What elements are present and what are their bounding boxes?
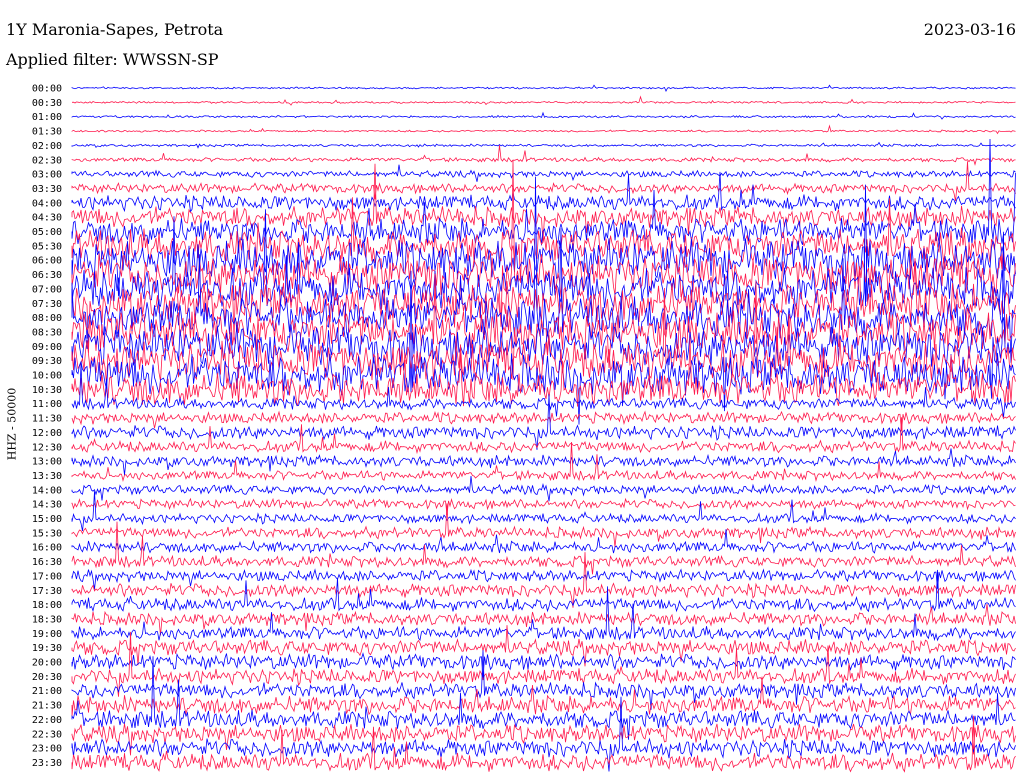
y-tick-label: 04:30: [32, 213, 62, 224]
y-tick-label: 19:30: [32, 643, 62, 654]
trace-line: [71, 475, 1016, 502]
trace-line: [71, 95, 1016, 106]
y-tick-label: 07:30: [32, 299, 62, 310]
y-tick-label: 20:00: [32, 658, 62, 669]
y-tick-label: 03:00: [32, 170, 62, 181]
y-tick-label: 22:30: [32, 729, 62, 740]
y-tick-label: 01:00: [32, 112, 62, 123]
y-tick-label: 18:30: [32, 614, 62, 625]
y-tick-label: 01:30: [32, 127, 62, 138]
y-tick-label: 18:00: [32, 600, 62, 611]
y-tick-label: 14:30: [32, 500, 62, 511]
trace-line: [71, 145, 1016, 166]
y-tick-label: 08:30: [32, 327, 62, 338]
y-tick-label: 04:00: [32, 198, 62, 209]
y-tick-label: 23:30: [32, 758, 62, 769]
y-tick-label: 03:30: [32, 184, 62, 195]
trace-line: [71, 568, 1016, 590]
y-tick-label: 22:00: [32, 715, 62, 726]
trace-line: [71, 676, 1016, 716]
y-tick-label: 16:00: [32, 543, 62, 554]
y-tick-label: 15:30: [32, 528, 62, 539]
y-tick-label: 20:30: [32, 672, 62, 683]
y-tick-label: 21:30: [32, 701, 62, 712]
y-tick-label: 19:00: [32, 629, 62, 640]
trace-line: [71, 124, 1016, 135]
y-tick-label: 10:00: [32, 371, 62, 382]
y-tick-label: 12:30: [32, 442, 62, 453]
trace-line: [71, 503, 1016, 547]
trace-line: [71, 586, 1016, 642]
y-tick-label: 00:00: [32, 84, 62, 95]
trace-line: [71, 164, 1016, 182]
y-tick-label: 02:30: [32, 155, 62, 166]
y-tick-label: 07:00: [32, 284, 62, 295]
y-tick-label: 08:00: [32, 313, 62, 324]
trace-line: [71, 161, 1016, 201]
trace-line: [71, 650, 1016, 710]
y-tick-label: 05:30: [32, 241, 62, 252]
trace-group: [71, 84, 1016, 773]
trace-line: [71, 448, 1016, 476]
y-tick-label: 21:00: [32, 686, 62, 697]
trace-line: [71, 141, 1016, 149]
tick-label-group: 00:00 00:30 01:00 01:30 02:00 02:30 03:00 03:30…: [32, 84, 62, 769]
y-tick-label: 05:00: [32, 227, 62, 238]
trace-line: [71, 715, 1016, 773]
y-tick-label: 00:30: [32, 98, 62, 109]
trace-line: [71, 491, 1016, 531]
trace-line: [71, 84, 1016, 93]
y-tick-label: 23:00: [32, 744, 62, 755]
y-tick-label: 10:30: [32, 385, 62, 396]
y-tick-label: 12:00: [32, 428, 62, 439]
trace-line: [71, 529, 1016, 554]
trace-line: [71, 171, 1016, 213]
trace-line: [71, 111, 1016, 120]
trace-line: [71, 521, 1016, 575]
trace-line: [71, 410, 1016, 432]
y-tick-label: 09:30: [32, 356, 62, 367]
y-tick-label: 17:00: [32, 571, 62, 582]
y-tick-label: 17:30: [32, 586, 62, 597]
y-tick-label: 15:00: [32, 514, 62, 525]
y-tick-label: 02:00: [32, 141, 62, 152]
y-tick-label: 14:00: [32, 485, 62, 496]
trace-line: [71, 497, 1016, 516]
y-tick-label: 09:00: [32, 342, 62, 353]
y-tick-label: 11:30: [32, 414, 62, 425]
trace-line: [71, 656, 1016, 740]
y-tick-label: 11:00: [32, 399, 62, 410]
y-tick-label: 13:00: [32, 457, 62, 468]
y-tick-label: 13:30: [32, 471, 62, 482]
helicorder-plot: 00:00 00:30 01:00 01:30 02:00 02:30 03:00 03:30…: [32, 84, 1016, 773]
y-tick-label: 16:30: [32, 557, 62, 568]
y-tick-label: 06:00: [32, 256, 62, 267]
y-tick-label: 06:30: [32, 270, 62, 281]
